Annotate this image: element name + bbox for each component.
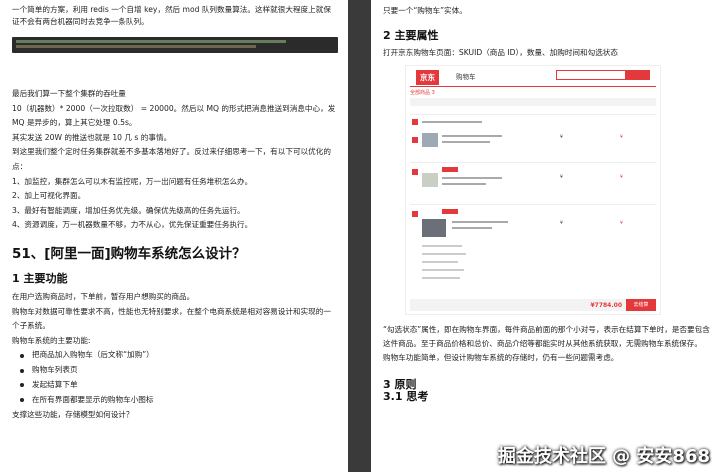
thinking-title: 3.1 思考 — [383, 390, 429, 404]
attrs-title: 2 主要属性 — [383, 28, 439, 42]
section-title: 51、[阿里一面]购物车系统怎么设计？ — [12, 245, 246, 262]
jd-cart-screenshot: 京东 购物车 全部商品 3 ¥ ¥ ¥ ¥ ¥ ¥ ¥7784.00 去结算 — [405, 64, 661, 315]
point-3: 3、最好有智能调度，增加任务优先级。确保优先级高的任务先运行。 — [12, 205, 245, 215]
checkbox-icon — [412, 210, 418, 217]
list-item: 购物车列表页 — [12, 363, 338, 378]
cart-row: ¥ ¥ — [410, 203, 656, 296]
func-desc: 在用户选购商品时，下单前，暂存用户想购买的商品。 — [12, 291, 195, 301]
point-2: 2、加上可视化界面。 — [12, 191, 86, 201]
bullet-icon — [20, 398, 24, 403]
left-page: 一个简单的方案，利用 redis 一个自增 key，然后 mod 队列数量算法。… — [0, 0, 348, 472]
checkbox-icon — [412, 136, 418, 143]
checkout-button: 去结算 — [626, 298, 656, 311]
bullet-icon — [20, 368, 24, 373]
func-desc-2: 购物车对数据可靠性要求不高，性能也无特别要求，在整个电商系统是相对容易设计和实现… — [12, 306, 331, 331]
cart-row: ¥ ¥ — [410, 113, 656, 160]
checkbox-icon — [412, 118, 418, 125]
divider — [410, 85, 656, 87]
top-line: 只要一个“购物车”实体。 — [383, 6, 467, 15]
list-item: 发起结算下单 — [12, 378, 338, 393]
simple-paragraph: 购物车功能简单，但设计购物车系统的存储时，仍有一些问题需考虑。 — [383, 352, 619, 362]
right-page: 只要一个“购物车”实体。 2 主要属性 打开京东购物车页面：SKUID（商品 I… — [371, 0, 720, 472]
calc-paragraph: 10（机器数）* 2000（一次拉取数） = 20000。然后以 MQ 的形式把… — [12, 103, 336, 128]
point-4: 4、资源调度，万一机器数量不够，力不从心，优先保证重要任务执行。 — [12, 220, 253, 230]
watermark: 掘金技术社区 @ 安安868 — [497, 446, 710, 467]
cart-header — [410, 97, 656, 106]
func-list: 把商品加入购物车（后文称“加购”） 购物车列表页 发起结算下单 在所有界面都要显… — [12, 348, 338, 407]
code-snippet — [12, 37, 338, 53]
bullet-icon — [20, 383, 24, 388]
bullet-icon — [20, 353, 24, 358]
check-desc: “勾选状态”属性，即在购物车界面，每件商品前面的那个小对号，表示在结算下单时，是… — [383, 324, 710, 348]
sub-title: 1 主要功能 — [12, 271, 68, 285]
support-question: 支撑这些功能，存储模型如何设计？ — [12, 409, 134, 419]
list-item: 把商品加入购物车（后文称“加购”） — [12, 348, 338, 363]
principles-title: 3 原则 — [383, 378, 417, 392]
checkbox-icon — [412, 168, 418, 175]
all-goods-tab: 全部商品 3 — [410, 89, 435, 96]
attrs-desc: 打开京东购物车页面：SKUID（商品 ID），数量、加购时间和勾选状态 — [383, 47, 618, 57]
cart-total: ¥7784.00 — [590, 301, 622, 309]
jd-logo: 京东 — [416, 69, 439, 85]
search-icon — [626, 69, 650, 80]
review-paragraph: 到这里我们整个定时任务集群就差不多基本落地好了。反过来仔细思考一下，有以下可以优… — [12, 147, 331, 171]
search-input — [556, 69, 626, 80]
main-funcs-label: 购物车系统的主要功能: — [12, 335, 91, 345]
intro-paragraph: 一个简单的方案，利用 redis 一个自增 key，然后 mod 队列数量算法。… — [12, 5, 331, 26]
throughput-title: 最后我们算一下整个集群的吞吐量 — [12, 89, 126, 98]
list-item: 在所有界面都要显示的购物车小图标 — [12, 393, 338, 408]
result-paragraph: 其实发送 20W 的推送也就是 10 几 s 的事情。 — [12, 132, 172, 142]
cart-title: 购物车 — [456, 72, 476, 81]
cart-row: ¥ ¥ — [410, 161, 656, 202]
point-1: 1、加监控，集群怎么可以木有监控呢，万一出问题有任务堆积怎么办。 — [12, 176, 253, 186]
